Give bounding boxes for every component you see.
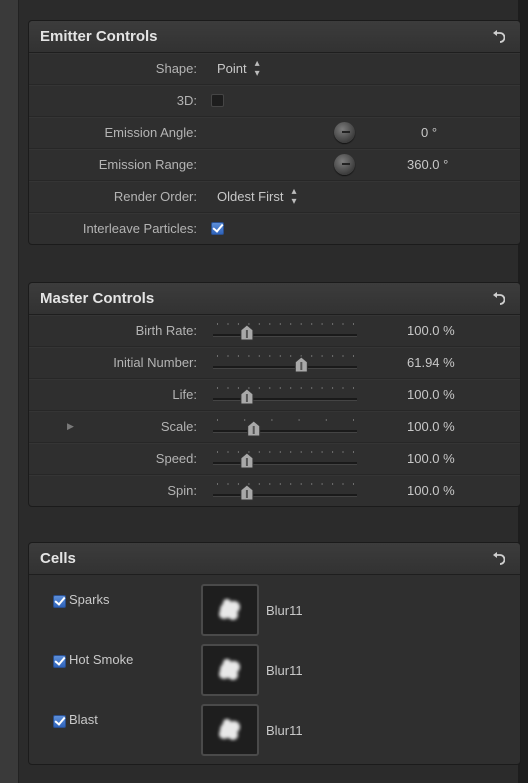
- disclosure-triangle-icon[interactable]: ▶: [67, 421, 74, 432]
- value-slider[interactable]: [211, 415, 359, 439]
- cell-row: Blast Blur11: [29, 700, 520, 760]
- slider-label: Speed:: [155, 451, 197, 466]
- shape-popup[interactable]: Point ▴ ▾: [217, 53, 260, 84]
- slider-value[interactable]: 100.0 %: [407, 379, 455, 410]
- emission-angle-label: Emission Angle:: [104, 125, 198, 140]
- cells-header: Cells: [29, 543, 520, 575]
- slider-thumb[interactable]: [294, 356, 308, 373]
- emission-range-value[interactable]: 360.0 °: [407, 149, 448, 180]
- particle-thumbnail[interactable]: [201, 644, 259, 696]
- cell-file-name: Blur11: [266, 603, 303, 618]
- master-row: Speed: 100.0 %: [29, 443, 520, 475]
- blur-image-icon: [219, 719, 240, 740]
- master-row: ▶ Scale: 100.0 %: [29, 411, 520, 443]
- emitter-controls-panel: Emitter Controls Shape: Point ▴ ▾ 3D: Emi…: [28, 20, 521, 245]
- up-down-arrows-icon: ▴ ▾: [254, 57, 260, 79]
- render-order-value: Oldest First: [217, 189, 284, 204]
- blur-image-icon: [219, 659, 240, 680]
- shape-row: Shape: Point ▴ ▾: [29, 53, 520, 85]
- reset-icon[interactable]: [490, 290, 508, 308]
- particle-thumbnail[interactable]: [201, 584, 259, 636]
- slider-label: Life:: [172, 387, 197, 402]
- master-controls-title: Master Controls: [40, 290, 155, 307]
- cell-row: Sparks Blur11: [29, 580, 520, 640]
- cell-name: Hot Smoke: [69, 652, 134, 667]
- left-frame: [0, 0, 19, 783]
- slider-label: Birth Rate:: [135, 323, 197, 338]
- emitter-controls-title: Emitter Controls: [40, 28, 158, 45]
- slider-thumb[interactable]: [247, 420, 261, 437]
- emitter-controls-header: Emitter Controls: [29, 21, 520, 53]
- slider-thumb[interactable]: [240, 452, 254, 469]
- render-order-label: Render Order:: [113, 189, 197, 204]
- value-slider[interactable]: [211, 479, 359, 503]
- slider-value[interactable]: 100.0 %: [407, 411, 455, 442]
- emission-angle-dial[interactable]: [334, 122, 355, 143]
- value-slider[interactable]: [211, 351, 359, 375]
- slider-thumb[interactable]: [240, 324, 254, 341]
- slider-value[interactable]: 100.0 %: [407, 315, 455, 346]
- cell-row: Hot Smoke Blur11: [29, 640, 520, 700]
- slider-value[interactable]: 100.0 %: [407, 443, 455, 474]
- cell-enable-checkbox[interactable]: [53, 595, 66, 608]
- emission-range-row: Emission Range: 360.0 °: [29, 149, 520, 181]
- emission-range-dial[interactable]: [334, 154, 355, 175]
- cell-name: Blast: [69, 712, 98, 727]
- cell-file-name: Blur11: [266, 663, 303, 678]
- reset-icon[interactable]: [490, 28, 508, 46]
- render-order-popup[interactable]: Oldest First ▴ ▾: [217, 181, 297, 212]
- cells-title: Cells: [40, 550, 76, 567]
- particle-thumbnail[interactable]: [201, 704, 259, 756]
- slider-label: Spin:: [167, 483, 197, 498]
- slider-value[interactable]: 100.0 %: [407, 475, 455, 506]
- emission-range-label: Emission Range:: [98, 157, 197, 172]
- value-slider[interactable]: [211, 447, 359, 471]
- interleave-label: Interleave Particles:: [82, 221, 197, 236]
- cells-panel: Cells Sparks Blur11 Hot Smoke Blur11 Blast Bl…: [28, 542, 521, 765]
- slider-thumb[interactable]: [240, 484, 254, 501]
- slider-label: Scale:: [160, 419, 197, 434]
- master-row: Spin: 100.0 %: [29, 475, 520, 506]
- shape-label: Shape:: [155, 61, 197, 76]
- master-controls-header: Master Controls: [29, 283, 520, 315]
- cell-enable-checkbox[interactable]: [53, 715, 66, 728]
- interleave-checkbox[interactable]: [211, 222, 224, 235]
- cell-enable-checkbox[interactable]: [53, 655, 66, 668]
- threed-label: 3D:: [176, 93, 197, 108]
- render-order-row: Render Order: Oldest First ▴ ▾: [29, 181, 520, 213]
- master-row: Life: 100.0 %: [29, 379, 520, 411]
- slider-thumb[interactable]: [240, 388, 254, 405]
- shape-value: Point: [217, 61, 247, 76]
- slider-value[interactable]: 61.94 %: [407, 347, 455, 378]
- slider-label: Initial Number:: [113, 355, 197, 370]
- reset-icon[interactable]: [490, 550, 508, 568]
- value-slider[interactable]: [211, 319, 359, 343]
- up-down-arrows-icon: ▴ ▾: [291, 185, 297, 207]
- threed-row: 3D:: [29, 85, 520, 117]
- cell-name: Sparks: [69, 592, 110, 607]
- blur-image-icon: [219, 599, 240, 620]
- master-row: Birth Rate: 100.0 %: [29, 315, 520, 347]
- cell-file-name: Blur11: [266, 723, 303, 738]
- value-slider[interactable]: [211, 383, 359, 407]
- emission-angle-row: Emission Angle: 0 °: [29, 117, 520, 149]
- threed-checkbox[interactable]: [211, 94, 224, 107]
- emission-angle-value[interactable]: 0 °: [421, 117, 437, 148]
- master-controls-panel: Master Controls Birth Rate: 100.0 % Initia…: [28, 282, 521, 507]
- interleave-row: Interleave Particles:: [29, 213, 520, 244]
- master-row: Initial Number: 61.94 %: [29, 347, 520, 379]
